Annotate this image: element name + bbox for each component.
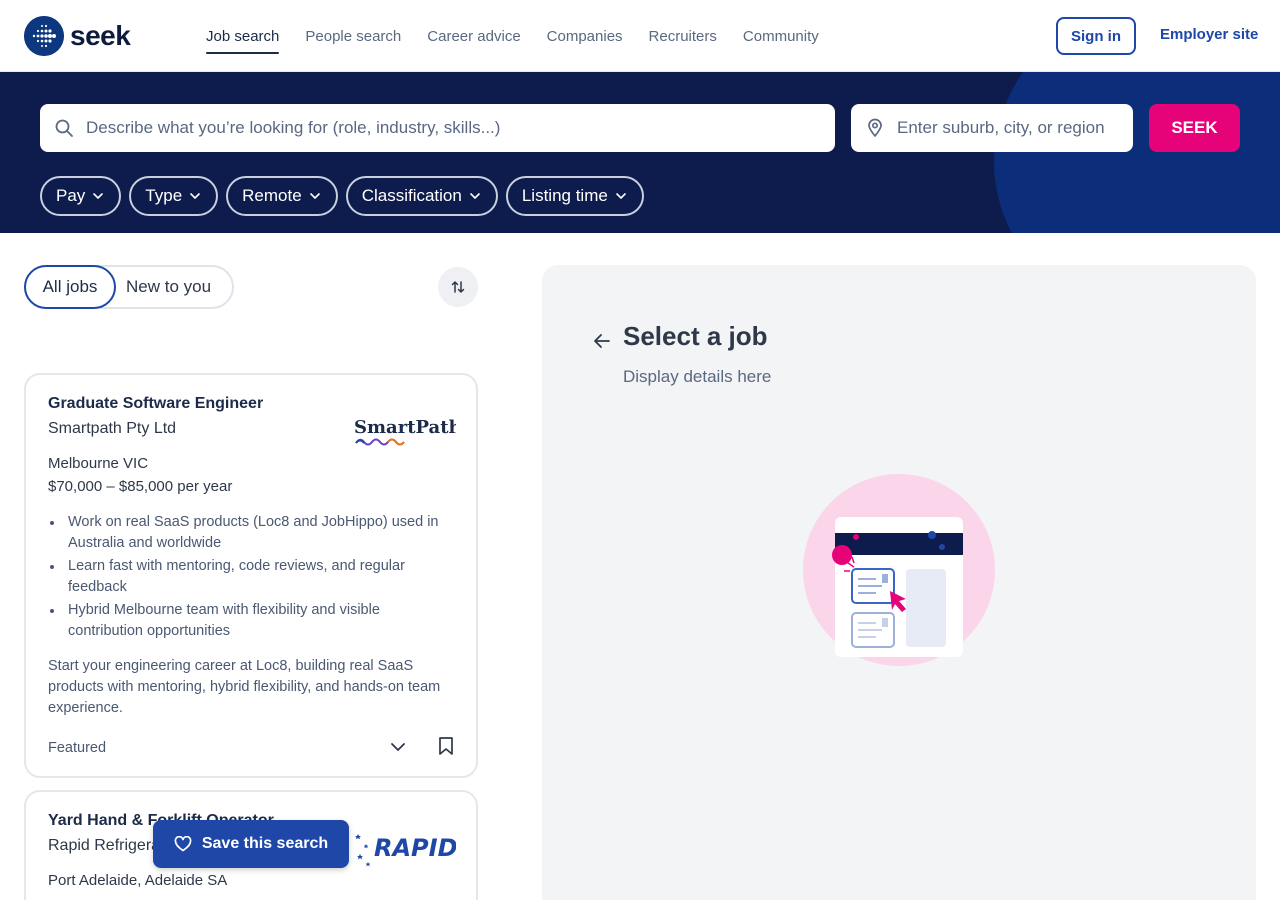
filter-pay-label: Pay [56, 186, 86, 205]
filter-classification-label: Classification [361, 186, 462, 205]
location-pin-icon [868, 118, 882, 137]
nav-community[interactable]: Community [743, 0, 819, 72]
location-field[interactable] [851, 104, 1133, 152]
save-this-search-button[interactable]: Save this search [153, 820, 349, 868]
smartpath-logo: SmartPath [354, 417, 456, 446]
filter-listing-time-label: Listing time [521, 186, 608, 205]
job-salary: $70,000 – $85,000 per year [48, 478, 233, 495]
filter-type-label: Type [145, 186, 183, 205]
heart-icon [174, 836, 192, 852]
nav-career-advice[interactable]: Career advice [427, 0, 520, 72]
seek-search-button[interactable]: SEEK [1149, 104, 1240, 152]
job-teaser: Start your engineering career at Loc8, b… [48, 658, 441, 716]
sign-in-button[interactable]: Sign in [1056, 17, 1136, 55]
job-detail-panel: Select a job Display details here [542, 265, 1256, 900]
new-to-you-tab[interactable]: New to you [126, 267, 211, 307]
employer-site-link[interactable]: Employer site [1160, 26, 1258, 43]
job-location[interactable]: Melbourne VIC [48, 455, 148, 472]
chevron-down-icon [190, 193, 200, 200]
filter-type[interactable]: Type [129, 176, 219, 216]
job-highlights: Work on real SaaS products (Loc8 and Job… [48, 512, 458, 644]
band-decoration [994, 72, 1280, 233]
chevron-down-icon[interactable] [388, 737, 408, 757]
bookmark-icon[interactable] [438, 736, 454, 756]
all-jobs-tab[interactable]: All jobs [24, 265, 116, 309]
filter-classification[interactable]: Classification [345, 176, 498, 216]
filter-bar: Pay Type Remote Classification Listing t… [40, 176, 644, 216]
keywords-field[interactable] [40, 104, 835, 152]
job-title[interactable]: Graduate Software Engineer [48, 395, 263, 413]
sort-icon [451, 281, 465, 293]
chevron-down-icon [309, 193, 320, 200]
job-highlight-item: Work on real SaaS products (Loc8 and Job… [48, 512, 458, 554]
save-this-search-label: Save this search [201, 835, 329, 852]
job-highlight-item: Learn fast with mentoring, code reviews,… [48, 556, 458, 598]
rapid-logo-text: RAPID [374, 834, 456, 862]
detail-subtitle: Display details here [623, 367, 772, 386]
detail-title: Select a job [623, 321, 768, 351]
job-location[interactable]: Port Adelaide, Adelaide SA [48, 872, 227, 889]
keywords-input[interactable] [86, 104, 826, 152]
featured-badge: Featured [48, 740, 107, 756]
chevron-down-icon [470, 193, 480, 200]
seek-logo-text: seek [70, 20, 131, 51]
top-navigation-bar: seek Job search People search Career adv… [0, 0, 1280, 72]
results-toggle: All jobs New to you [24, 265, 234, 309]
chevron-down-icon [616, 193, 626, 200]
filter-remote[interactable]: Remote [226, 176, 338, 216]
search-band: SEEK Pay Type Remote Classification List… [0, 72, 1280, 233]
job-card[interactable]: Graduate Software Engineer Smartpath Pty… [24, 373, 478, 778]
nav-companies[interactable]: Companies [547, 0, 623, 72]
location-input[interactable] [897, 104, 1123, 152]
job-company[interactable]: Smartpath Pty Ltd [48, 420, 176, 438]
seek-logo[interactable]: seek [24, 16, 131, 56]
rapid-logo: RAPID [355, 834, 456, 867]
seek-logo-mark-icon [24, 16, 64, 56]
filter-listing-time[interactable]: Listing time [505, 176, 644, 216]
nav-job-search[interactable]: Job search [206, 0, 280, 72]
filter-pay[interactable]: Pay [40, 176, 122, 216]
job-highlight-item: Hybrid Melbourne team with flexibility a… [48, 600, 458, 642]
nav-people-search[interactable]: People search [305, 0, 401, 72]
back-arrow-icon [594, 334, 610, 348]
search-icon [55, 119, 73, 137]
filter-remote-label: Remote [242, 186, 302, 205]
sort-button[interactable] [438, 267, 478, 307]
select-job-illustration [803, 474, 995, 666]
main-nav: Job search People search Career advice C… [206, 0, 819, 72]
nav-recruiters[interactable]: Recruiters [649, 0, 717, 72]
chevron-down-icon [93, 193, 104, 200]
smartpath-logo-text: SmartPath [354, 417, 456, 438]
